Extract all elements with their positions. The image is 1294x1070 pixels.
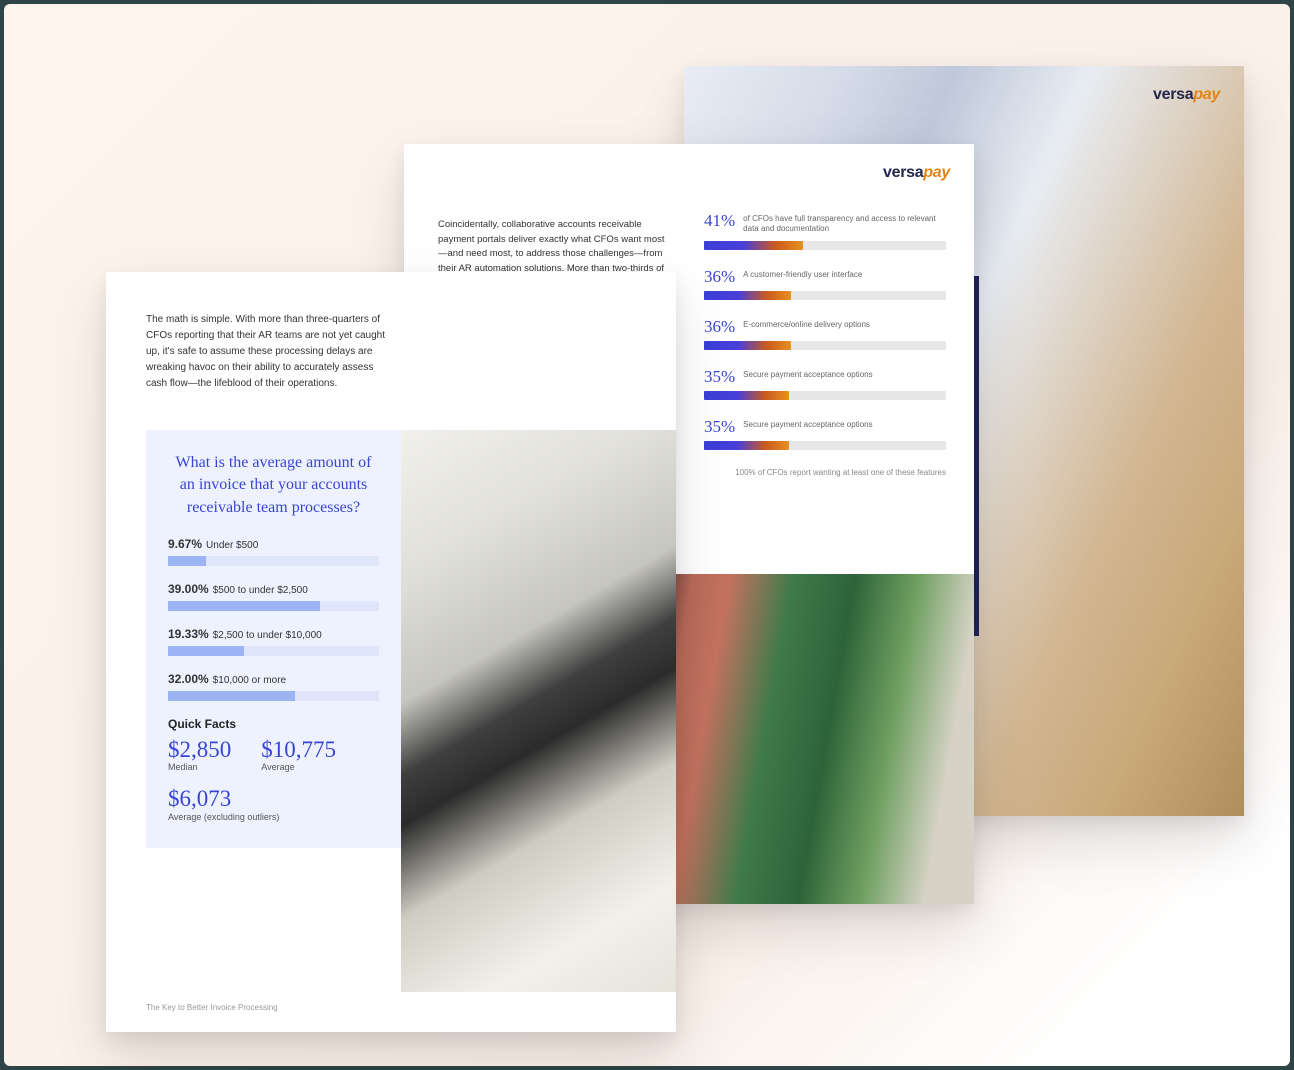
bar-track [704, 341, 946, 350]
bar-fill [704, 391, 789, 400]
row-fill [168, 691, 295, 701]
bar-pct: 35% [704, 418, 735, 435]
bar-fill [704, 241, 803, 250]
bar-row: 36% E-commerce/online delivery options [704, 318, 946, 350]
row-track [168, 601, 379, 611]
qf-average-ex-outliers: $6,073 Average (excluding outliers) [168, 786, 279, 821]
bar-label: A customer-friendly user interface [743, 268, 862, 280]
bar-track [704, 291, 946, 300]
bar-row: 41% of CFOs have full transparency and ac… [704, 212, 946, 250]
qf-median: $2,850 Median [168, 737, 231, 772]
row-pct: 19.33% [168, 627, 209, 641]
qf-value: $10,775 [261, 737, 336, 762]
canvas: versapay Collaborative payment portals r… [4, 4, 1290, 1066]
bar-pct: 41% [704, 212, 735, 229]
survey-row: 19.33% $2,500 to under $10,000 [168, 627, 379, 656]
bar-pct: 35% [704, 368, 735, 385]
bar-track [704, 441, 946, 450]
survey-row: 32.00% $10,000 or more [168, 672, 379, 701]
brand-logo: versapay [883, 164, 950, 182]
page-footer: The Key to Better Invoice Processing [146, 1003, 278, 1012]
row-label: $2,500 to under $10,000 [213, 630, 322, 641]
qf-value: $6,073 [168, 786, 279, 811]
brand-part-1: versa [1153, 86, 1193, 103]
row-pct: 9.67% [168, 537, 202, 551]
quick-facts-heading: Quick Facts [168, 717, 379, 731]
bar-pct: 36% [704, 268, 735, 285]
bar-fill [704, 441, 789, 450]
row-track [168, 691, 379, 701]
bars-footnote: 100% of CFOs report wanting at least one… [704, 468, 946, 477]
bar-label: Secure payment acceptance options [743, 418, 872, 430]
feature-bars: 41% of CFOs have full transparency and ac… [704, 212, 946, 477]
qf-label: Average (excluding outliers) [168, 812, 279, 822]
survey-card: What is the average amount of an invoice… [146, 430, 401, 848]
bar-row: 35% Secure payment acceptance options [704, 418, 946, 450]
brand-logo: versapay [1153, 86, 1220, 104]
bar-fill [704, 291, 791, 300]
bar-label: Secure payment acceptance options [743, 368, 872, 380]
bar-label: of CFOs have full transparency and acces… [743, 212, 946, 235]
row-pct: 39.00% [168, 582, 209, 596]
brand-part-1: versa [883, 164, 923, 181]
intro-copy: The math is simple. With more than three… [146, 312, 396, 392]
quick-facts: Quick Facts $2,850 Median $10,775 Averag… [168, 717, 379, 822]
survey-row: 9.67% Under $500 [168, 537, 379, 566]
bar-fill [704, 341, 791, 350]
bar-pct: 36% [704, 318, 735, 335]
bar-track [704, 391, 946, 400]
brand-part-2: pay [923, 164, 950, 181]
row-track [168, 556, 379, 566]
row-label: $500 to under $2,500 [213, 585, 308, 596]
qf-average: $10,775 Average [261, 737, 336, 772]
photo-desk-calculator [401, 430, 676, 992]
brand-part-2: pay [1193, 86, 1220, 103]
row-pct: 32.00% [168, 672, 209, 686]
qf-label: Median [168, 762, 231, 772]
row-label: $10,000 or more [213, 675, 286, 686]
row-fill [168, 601, 320, 611]
row-fill [168, 556, 206, 566]
bar-row: 35% Secure payment acceptance options [704, 368, 946, 400]
report-page-1: The math is simple. With more than three… [106, 272, 676, 1032]
survey-row: 39.00% $500 to under $2,500 [168, 582, 379, 611]
row-track [168, 646, 379, 656]
survey-question: What is the average amount of an invoice… [168, 452, 379, 519]
row-label: Under $500 [206, 540, 258, 551]
bar-label: E-commerce/online delivery options [743, 318, 870, 330]
row-fill [168, 646, 244, 656]
qf-value: $2,850 [168, 737, 231, 762]
qf-label: Average [261, 762, 336, 772]
bar-track [704, 241, 946, 250]
bar-row: 36% A customer-friendly user interface [704, 268, 946, 300]
